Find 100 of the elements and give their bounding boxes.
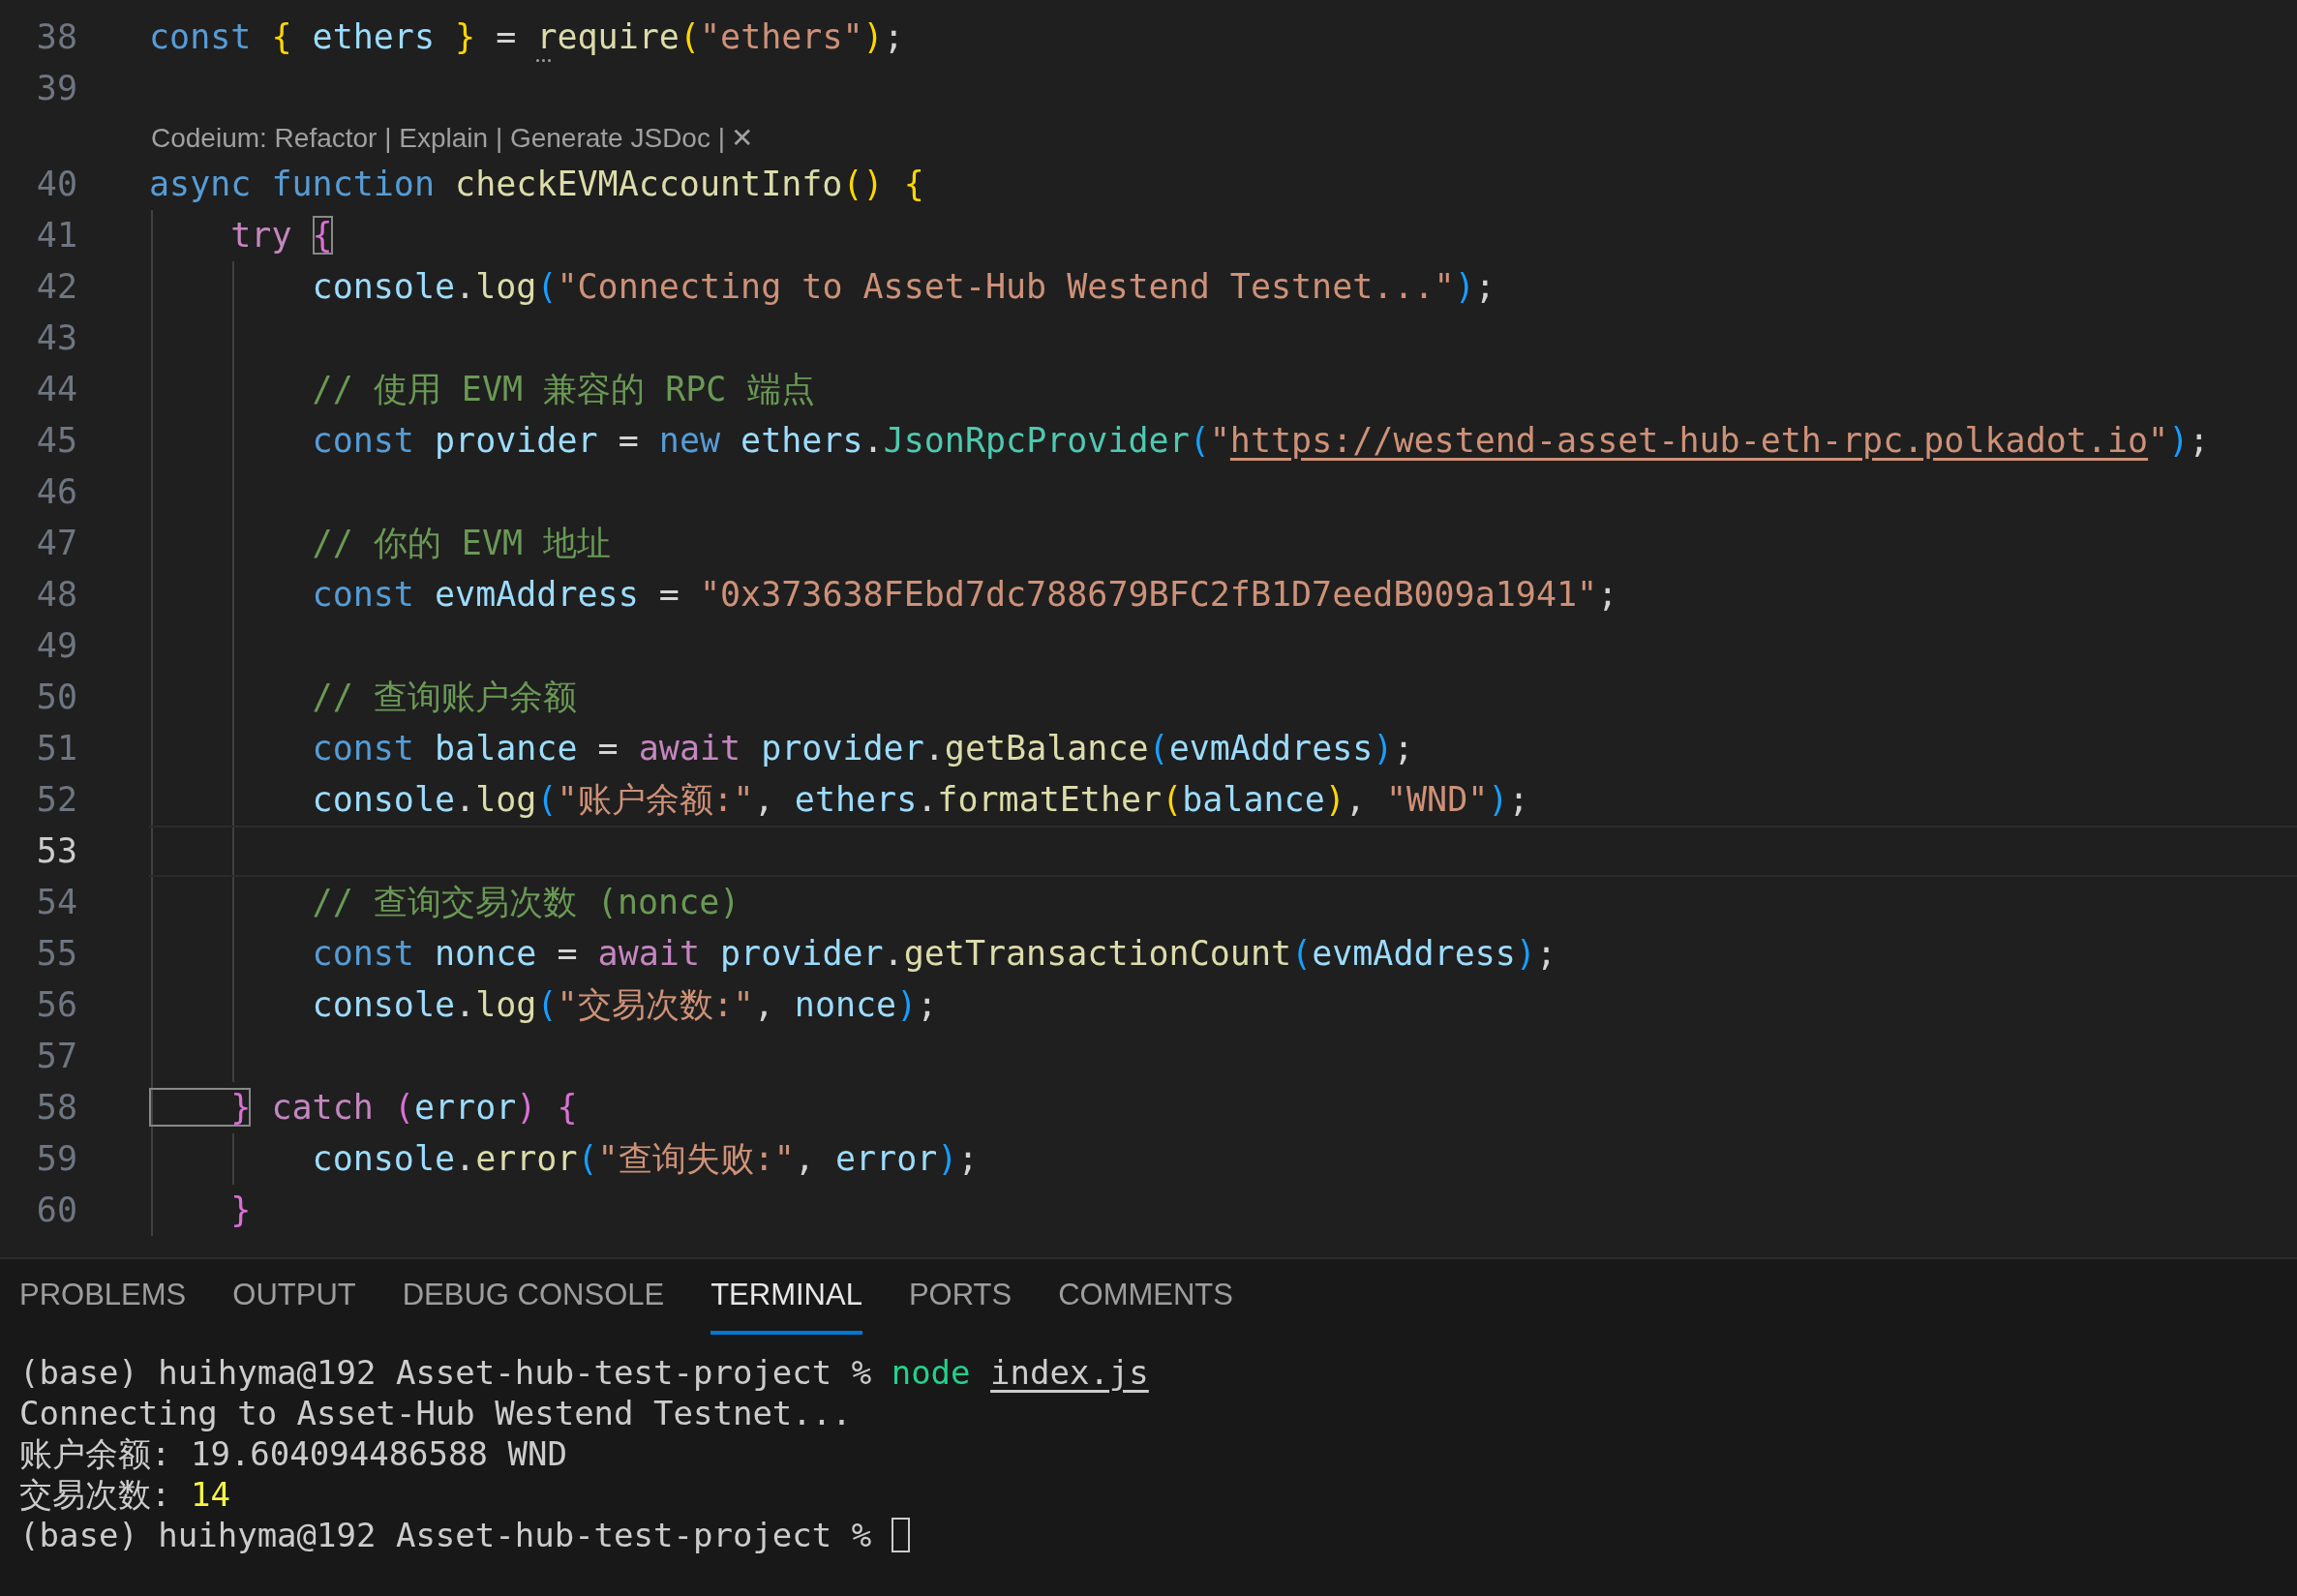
codelens-actions[interactable]: Codeium: Refactor | Explain | Generate JSDoc | xyxy=(151,118,725,159)
class-token: JsonRpcProvider xyxy=(883,421,1190,461)
bracket-token: ( xyxy=(1291,934,1313,974)
identifier-token: console xyxy=(311,780,456,820)
keyword-token: const xyxy=(311,934,415,974)
panel-tab[interactable]: PORTS xyxy=(908,1259,1012,1335)
bracket-token: ( xyxy=(536,985,558,1025)
bracket-token: { xyxy=(902,165,924,204)
code-token: ; xyxy=(1393,729,1414,768)
code-token: ; xyxy=(1597,575,1618,615)
terminal-text: (base) huihyma@192 Asset-hub-test-project % xyxy=(19,1514,873,1556)
file-link[interactable]: index.js xyxy=(990,1347,1149,1398)
function-token: require xyxy=(536,17,680,57)
bracket-token: ( xyxy=(1148,729,1169,768)
string-token: "Connecting to Asset-Hub Westend Testnet..." xyxy=(557,267,1455,307)
line-number: 57 xyxy=(35,1036,77,1078)
function-token: log xyxy=(475,780,537,820)
line-number: 59 xyxy=(35,1138,77,1181)
keyword-token: await xyxy=(597,934,701,974)
terminal-text: 交易次数: xyxy=(19,1473,172,1516)
line-number: 48 xyxy=(35,574,77,617)
bracket-token: { xyxy=(312,216,333,256)
code-token: . xyxy=(455,780,476,820)
identifier-token: provider xyxy=(720,934,884,974)
bracket-token: ) xyxy=(516,1088,537,1128)
code-token: , xyxy=(753,780,775,820)
bracket-token: } xyxy=(455,17,476,57)
bracket-token: ) xyxy=(1324,780,1345,820)
string-token: "交易次数:" xyxy=(557,985,754,1025)
line-number: 58 xyxy=(35,1087,77,1129)
keyword-token: new xyxy=(658,421,722,461)
string-token: "0x373638FEbd7dc788679BFC2fB1D7eedB009a1941" xyxy=(699,575,1598,615)
identifier-token: provider xyxy=(761,729,924,768)
line-number: 38 xyxy=(35,16,77,59)
code-token: ; xyxy=(917,985,938,1025)
bracket-token: { xyxy=(556,1088,578,1128)
panel-tab[interactable]: PROBLEMS xyxy=(19,1259,187,1335)
identifier-token: nonce xyxy=(435,934,537,974)
code-token: . xyxy=(455,267,476,307)
bracket-token: ( xyxy=(1189,421,1210,461)
url-link[interactable]: https://westend-asset-hub-eth-rpc.polkadot.io xyxy=(1229,421,2149,461)
panel-tab[interactable]: COMMENTS xyxy=(1058,1259,1233,1335)
identifier-token: balance xyxy=(1182,780,1325,820)
line-number: 60 xyxy=(35,1189,77,1232)
line-number: 56 xyxy=(35,984,77,1027)
line-number: 55 xyxy=(35,933,77,976)
code-token: = xyxy=(596,729,620,768)
bracket-token: ) xyxy=(862,17,884,57)
line-number: 40 xyxy=(35,164,77,206)
identifier-token: console xyxy=(311,267,456,307)
code-token: ; xyxy=(2189,421,2210,461)
bracket-token: ( xyxy=(1162,780,1183,820)
keyword-token: const xyxy=(149,17,253,57)
code-token: = xyxy=(617,421,640,461)
identifier-token: ethers xyxy=(740,421,863,461)
panel-tab[interactable]: TERMINAL xyxy=(710,1259,862,1335)
identifier-token: error xyxy=(413,1088,517,1128)
function-token: error xyxy=(475,1139,578,1179)
code-token: = xyxy=(556,934,579,974)
bracket-token: ) xyxy=(937,1139,958,1179)
keyword-token: const xyxy=(311,729,415,768)
identifier-token: evmAddress xyxy=(1168,729,1374,768)
code-token: . xyxy=(455,985,476,1025)
string-token: " xyxy=(2148,421,2169,461)
bracket-token: ( xyxy=(577,1139,598,1179)
line-number: 44 xyxy=(35,369,77,411)
bracket-token: ) xyxy=(1488,780,1509,820)
panel-tab[interactable]: DEBUG CONSOLE xyxy=(402,1259,665,1335)
bracket-token: ( xyxy=(536,780,558,820)
bracket-token: ) xyxy=(1373,729,1394,768)
bracket-token: ) xyxy=(2168,421,2190,461)
identifier-token: ethers xyxy=(311,17,437,57)
code-token: ; xyxy=(1474,267,1496,307)
bracket-token: () xyxy=(842,165,884,204)
line-number: 53 xyxy=(35,830,77,873)
identifier-token: ethers xyxy=(794,780,918,820)
string-token: "查询失败:" xyxy=(597,1139,795,1179)
code-comment: // 你的 EVM 地址 xyxy=(311,524,612,563)
identifier-token: nonce xyxy=(794,985,897,1025)
code-comment: // 查询交易次数 (nonce) xyxy=(311,883,740,922)
terminal-text: 14 xyxy=(190,1473,230,1516)
function-token: log xyxy=(475,985,537,1025)
panel-tab[interactable]: OUTPUT xyxy=(232,1259,356,1335)
function-token: checkEVMAccountInfo xyxy=(455,165,843,204)
code-token: ; xyxy=(1535,934,1557,974)
code-token: = xyxy=(657,575,680,615)
function-token: getBalance xyxy=(944,729,1149,768)
bracket-token: } xyxy=(149,1088,252,1128)
bracket-token: ( xyxy=(679,17,700,57)
code-token: . xyxy=(883,934,904,974)
line-number: 41 xyxy=(35,215,77,257)
line-number: 51 xyxy=(35,728,77,770)
bracket-token: ) xyxy=(896,985,918,1025)
string-token: " xyxy=(1209,421,1230,461)
keyword-token: catch xyxy=(270,1088,375,1128)
line-number: 54 xyxy=(35,882,77,924)
code-token: . xyxy=(917,780,938,820)
keyword-token: const xyxy=(311,421,415,461)
close-icon[interactable]: ✕ xyxy=(731,118,753,159)
keyword-token: await xyxy=(638,729,742,768)
